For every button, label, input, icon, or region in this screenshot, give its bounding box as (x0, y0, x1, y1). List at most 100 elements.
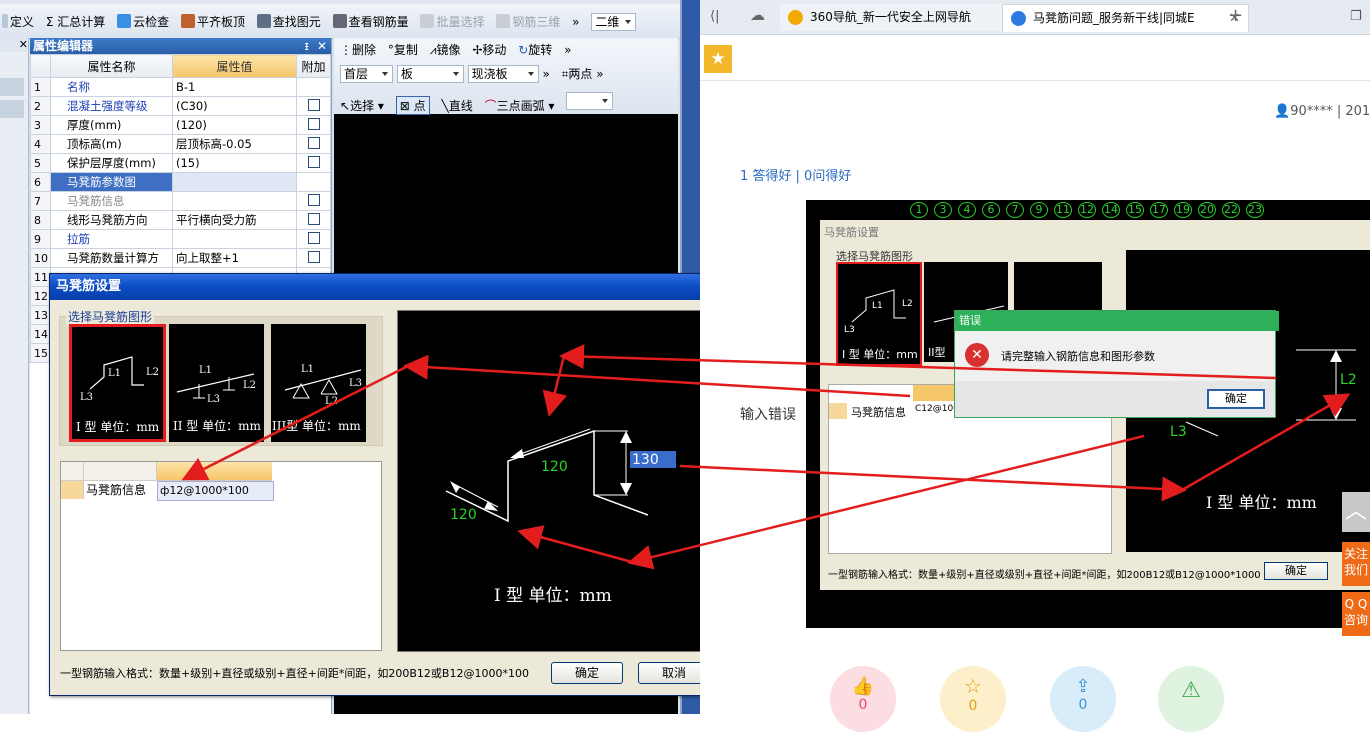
prop-name: 马凳筋信息 (50, 191, 173, 211)
rebar-3d-button[interactable]: 钢筋三维 (496, 13, 560, 30)
property-row[interactable]: 9 拉筋 (30, 229, 331, 249)
overflow-chevron-icon[interactable]: » (542, 67, 549, 81)
window-icon[interactable]: ❐ (1350, 9, 1362, 24)
prop-value[interactable]: 向上取整+1 (172, 248, 297, 268)
prop-extra[interactable] (296, 153, 331, 173)
find-element-button[interactable]: 查找图元 (256, 13, 321, 30)
point-button[interactable]: ⊠ 点 (395, 96, 430, 115)
rebar-info-input[interactable]: ф12@1000*100 (157, 481, 274, 501)
close-icon[interactable]: ✕ (317, 38, 327, 54)
type-select[interactable]: 板 (396, 65, 464, 83)
row-number: 11 (30, 267, 51, 287)
row-number: 15 (30, 343, 51, 363)
prop-value[interactable]: (15) (172, 153, 297, 173)
summary-calc-button[interactable]: Σ 汇总计算 (46, 13, 105, 30)
prop-extra[interactable] (296, 96, 331, 116)
back-icon[interactable]: ⟨| (710, 9, 719, 24)
property-row[interactable]: 5 保护层厚度(mm) (15) (30, 153, 331, 173)
prop-extra[interactable] (296, 191, 331, 211)
mirror-button[interactable]: ⩘镜像 (430, 41, 461, 58)
extra-checkbox[interactable] (307, 231, 320, 244)
row-number: 5 (30, 153, 51, 173)
property-row[interactable]: 7 马凳筋信息 (30, 191, 331, 211)
shape-type-1[interactable]: L1 L2 L3 I 型 单位：mm (69, 324, 166, 442)
prop-extra[interactable] (296, 115, 331, 135)
view-mode-select[interactable]: 二维 (591, 13, 637, 31)
follow-us-button[interactable]: 关注我们 (1342, 542, 1370, 586)
property-row[interactable]: 6 马凳筋参数图 (30, 172, 331, 192)
extra-checkbox[interactable] (307, 117, 320, 130)
move-button[interactable]: ✢移动 (472, 41, 506, 58)
report-button[interactable]: ⚠ (1158, 666, 1224, 732)
extra-checkbox[interactable] (307, 250, 320, 263)
prop-value[interactable]: (120) (172, 115, 297, 135)
line-button[interactable]: ╲直线 (441, 97, 472, 114)
delete-button[interactable]: ⋮删除 (340, 41, 376, 58)
copy-button[interactable]: °复制 (388, 41, 418, 58)
shape-type-3[interactable]: L1 L2 L3 III型 单位：mm (271, 324, 366, 442)
property-row[interactable]: 2 混凝土强度等级 (C30) (30, 96, 331, 116)
prop-value[interactable]: 层顶标高-0.05 (172, 134, 297, 154)
prop-value[interactable]: B-1 (172, 77, 297, 97)
prop-extra[interactable] (296, 229, 331, 249)
extra-checkbox[interactable] (307, 193, 320, 206)
view-rebar-button[interactable]: 查看钢筋量 (332, 13, 409, 30)
overflow-chevron-icon[interactable]: » (564, 43, 571, 57)
property-row[interactable]: 8 线形马凳筋方向 平行横向受力筋 (30, 210, 331, 230)
arc-mode-select[interactable] (566, 92, 614, 110)
svg-text:L1: L1 (872, 301, 883, 311)
embedded-screenshot[interactable]: 1 3 4 6 7 9 11 12 14 15 17 19 20 22 23 马凳筋设置 选择马凳筋图形 L… (806, 200, 1370, 628)
dim-right-input[interactable]: 130 (632, 452, 659, 468)
rotate-button[interactable]: ↻旋转 (518, 41, 552, 58)
property-row[interactable]: 3 厚度(mm) (120) (30, 115, 331, 135)
two-point-button[interactable]: ⌗两点 » (562, 65, 604, 82)
prop-value[interactable] (172, 172, 297, 192)
shape-type-2[interactable]: L1 L2 L3 II 型 单位：mm (169, 324, 264, 442)
extra-checkbox[interactable] (307, 212, 320, 225)
prop-extra[interactable] (296, 172, 331, 192)
new-tab-icon[interactable]: + (1228, 5, 1243, 26)
extra-checkbox[interactable] (307, 155, 320, 168)
favorite-star-icon[interactable]: ★ (704, 45, 732, 73)
prop-extra[interactable] (296, 210, 331, 230)
qq-consult-button[interactable]: Q Q 咨询 (1342, 592, 1370, 636)
prop-extra[interactable] (296, 134, 331, 154)
cloud-check-button[interactable]: 云检查 (117, 13, 169, 30)
answer-stats[interactable]: 1 答得好 | 0问得好 (740, 165, 851, 184)
tab-rebar-question[interactable]: 马凳筋问题_服务新干线|同城E ✕ (1002, 4, 1249, 32)
property-row[interactable]: 10 马凳筋数量计算方 向上取整+1 (30, 248, 331, 268)
share-button[interactable]: ⇪ 0 (1050, 666, 1116, 732)
prop-value[interactable] (172, 191, 297, 211)
close-icon[interactable]: ✕ (0, 38, 28, 52)
align-top-button[interactable]: 平齐板顶 (180, 13, 245, 30)
prop-extra[interactable] (296, 248, 331, 268)
property-row[interactable]: 1 名称 B-1 (30, 77, 331, 97)
3d-icon (496, 14, 511, 28)
subtype-select[interactable]: 现浇板 (467, 65, 539, 83)
ok-button[interactable]: 确定 (551, 662, 623, 684)
floor-select[interactable]: 首层 (340, 65, 393, 83)
property-row[interactable]: 4 顶标高(m) 层顶标高-0.05 (30, 134, 331, 154)
cloud-icon[interactable]: ☁ (750, 6, 765, 24)
select-button[interactable]: ↖选择 ▾ (340, 97, 384, 114)
embedded-shape-1: L1 L2 L3 I 型 单位：mm (836, 262, 922, 366)
favorite-button[interactable]: ☆ 0 (940, 666, 1006, 732)
axis-number: 14 (1102, 202, 1120, 218)
align-icon (180, 14, 195, 28)
tab-360-nav[interactable]: 360导航_新一代安全上网导航 ✕ (780, 4, 1028, 31)
svg-text:II型: II型 (928, 345, 946, 359)
overflow-chevron-icon[interactable]: » (572, 15, 579, 29)
extra-checkbox[interactable] (307, 136, 320, 149)
prop-value[interactable] (172, 229, 297, 249)
like-button[interactable]: 👍 0 (830, 666, 896, 732)
prop-extra[interactable] (296, 77, 331, 97)
batch-select-button[interactable]: 批量选择 (420, 13, 484, 30)
arc-button[interactable]: ⌒三点画弧 ▾ (485, 97, 555, 114)
svg-text:I 型 单位：mm: I 型 单位：mm (1206, 493, 1317, 512)
prop-value[interactable]: 平行横向受力筋 (172, 210, 297, 230)
pin-icon[interactable]: ᵻ (305, 38, 309, 54)
prop-value[interactable]: (C30) (172, 96, 297, 116)
extra-checkbox[interactable] (307, 98, 320, 111)
define-button[interactable]: 定义 (2, 13, 34, 30)
scroll-top-icon[interactable]: ︿ (1342, 492, 1370, 532)
